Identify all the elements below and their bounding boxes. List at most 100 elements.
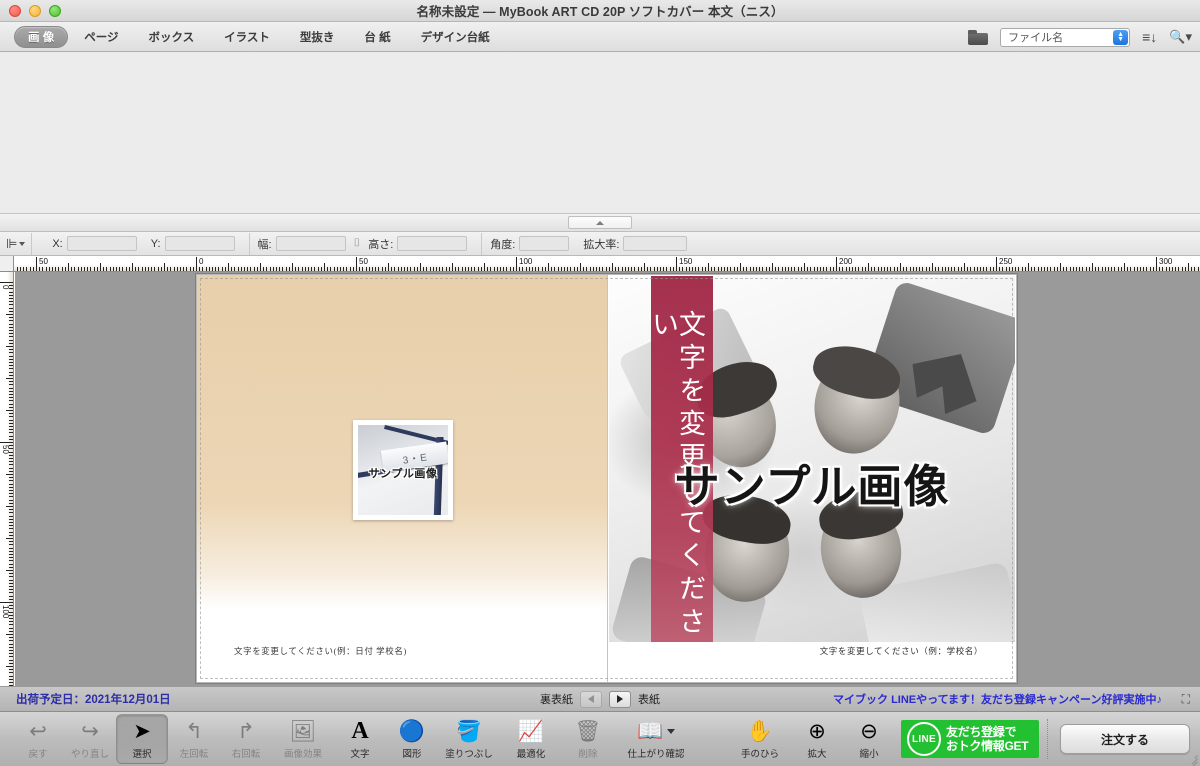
ruler-tick <box>720 267 722 271</box>
ruler-tick <box>637 267 639 271</box>
tool-paint-bucket[interactable]: 🪣 塗りつぶし <box>438 714 500 764</box>
canvas-area[interactable]: 3・E サンプル画像 文字を変更してください(例：日付 学校名) 文字を変更して… <box>15 272 1200 686</box>
tool-redo[interactable]: ↪ やり直し <box>64 714 116 764</box>
input-y[interactable] <box>164 236 235 251</box>
title-bar: 名称未設定 — MyBook ART CD 20P ソフトカバー 本文（ニス） <box>0 0 1200 22</box>
input-x[interactable] <box>66 236 137 251</box>
ruler-tick <box>9 467 13 469</box>
chevron-down-icon <box>19 241 26 246</box>
back-cover-page[interactable]: 3・E サンプル画像 文字を変更してください(例：日付 学校名) <box>196 274 607 683</box>
tab-design-mount[interactable]: デザイン台紙 <box>407 26 504 48</box>
ruler-tick <box>589 267 591 271</box>
tool-delete[interactable]: 🗑 削除 <box>562 714 614 764</box>
ruler-tick <box>708 263 709 271</box>
tab-page[interactable]: ページ <box>70 26 132 48</box>
ruler-tick <box>9 426 13 427</box>
ruler-tick <box>9 512 13 514</box>
tab-diecut[interactable]: 型抜き <box>286 26 349 48</box>
ruler-tick <box>9 422 13 424</box>
ruler-tick <box>141 267 143 271</box>
lock-aspect-ratio-icon[interactable]: ⌷ <box>354 238 361 249</box>
ruler-tick <box>340 267 341 271</box>
ruler-tick <box>1108 267 1109 271</box>
back-cover-caption[interactable]: 文字を変更してください(例：日付 学校名) <box>234 645 407 657</box>
ruler-tick <box>960 267 962 271</box>
ruler-label: 50 <box>39 257 48 266</box>
splitter-handle[interactable] <box>568 216 632 229</box>
ruler-tick <box>496 267 498 271</box>
ruler-tick <box>1066 267 1068 271</box>
ruler-tick <box>231 267 233 271</box>
align-button[interactable]: ⊫ <box>6 236 26 252</box>
tool-image-effect[interactable]: 🖼 画像効果 <box>272 714 334 764</box>
tool-rotate-left[interactable]: ↰ 左回転 <box>168 714 220 764</box>
ruler-label: 100 <box>519 257 533 266</box>
tool-text[interactable]: A 文字 <box>334 714 386 764</box>
minimize-window-button[interactable] <box>29 4 41 17</box>
sort-icon[interactable]: ≡↓ <box>1142 29 1157 45</box>
search-icon[interactable]: 🔍▾ <box>1169 29 1192 45</box>
ruler-tick <box>1040 267 1042 271</box>
image-browser-panel[interactable] <box>0 52 1200 214</box>
line-friend-banner[interactable]: LINE 友だち登録で おトク情報GET <box>901 720 1039 758</box>
tool-zoom-out[interactable]: ⊖ 縮小 <box>843 714 895 764</box>
ruler-tick <box>9 304 13 306</box>
order-button[interactable]: 注文する <box>1060 724 1190 754</box>
next-page-button[interactable] <box>609 690 631 708</box>
input-scale[interactable] <box>623 236 688 251</box>
input-angle[interactable] <box>519 236 570 251</box>
ruler-tick <box>992 267 994 271</box>
panel-splitter[interactable] <box>0 214 1200 232</box>
tool-finish-preview[interactable]: 📖 仕上がり確認 <box>614 714 698 764</box>
chevron-down-icon <box>666 729 675 734</box>
input-width[interactable] <box>275 236 346 251</box>
close-window-button[interactable] <box>9 4 21 17</box>
ruler-tick <box>39 267 41 271</box>
fullscreen-icon[interactable]: ⛶ <box>1182 692 1190 707</box>
tool-select[interactable]: ➤ 選択 <box>116 714 168 764</box>
field-scale: 拡大率: <box>583 236 688 252</box>
ruler-tick <box>1028 263 1029 271</box>
ruler-tick <box>333 267 335 271</box>
ruler-tick <box>1015 267 1017 271</box>
tab-mount[interactable]: 台 紙 <box>350 26 404 48</box>
ruler-tick <box>237 267 239 271</box>
chevron-updown-icon[interactable]: ▲ ▼ <box>1113 29 1129 45</box>
tool-shape[interactable]: 🔵 図形 <box>386 714 438 764</box>
back-cover-photo-frame[interactable]: 3・E サンプル画像 <box>353 420 453 520</box>
ruler-tick <box>423 267 425 271</box>
tool-hand[interactable]: ✋ 手のひら <box>729 714 791 764</box>
ruler-tick <box>372 267 373 271</box>
front-cover-caption[interactable]: 文字を変更してください（例：学校名） <box>820 645 983 657</box>
zoom-in-icon: ⊕ <box>808 720 826 743</box>
ruler-tick <box>432 267 434 271</box>
line-promo-link[interactable]: マイブック LINEやってます！友だち登録キャンペーン好評実施中♪ <box>833 691 1162 707</box>
ruler-tick <box>9 291 13 293</box>
window-resize-grip[interactable] <box>1184 750 1198 766</box>
tool-zoom-in[interactable]: ⊕ 拡大 <box>791 714 843 764</box>
input-height[interactable] <box>397 236 468 251</box>
tab-box[interactable]: ボックス <box>134 26 208 48</box>
zoom-window-button[interactable] <box>49 4 61 17</box>
tool-rotate-right[interactable]: ↱ 右回転 <box>220 714 272 764</box>
folder-icon[interactable] <box>968 29 989 45</box>
horizontal-ruler: 50 0 50 100 150 200 250 300 <box>14 256 1200 272</box>
ruler-tick <box>9 659 13 661</box>
ruler-tick <box>970 267 972 271</box>
ruler-tick <box>9 349 13 351</box>
tab-image[interactable]: 画 像 <box>14 25 69 48</box>
filename-filter-select[interactable]: ファイル名 ▲ ▼ <box>1000 27 1131 47</box>
ruler-tick <box>1060 263 1061 271</box>
tab-illustration[interactable]: イラスト <box>210 26 284 48</box>
ruler-tick <box>816 267 818 271</box>
page-spread[interactable]: 3・E サンプル画像 文字を変更してください(例：日付 学校名) 文字を変更して… <box>196 274 1017 683</box>
divider <box>248 232 250 255</box>
previous-page-button[interactable] <box>580 690 602 708</box>
ruler-tick <box>224 267 226 271</box>
ruler-tick <box>749 267 751 271</box>
ruler-tick <box>9 566 13 568</box>
ruler-tick <box>1044 267 1045 271</box>
front-cover-page[interactable]: 文字を変更してください サンプル画像 文字を変更してください（例：学校名） <box>607 274 1017 683</box>
tool-undo[interactable]: ↩ 戻す <box>12 714 64 764</box>
tool-optimize[interactable]: 📈 最適化 <box>500 714 562 764</box>
